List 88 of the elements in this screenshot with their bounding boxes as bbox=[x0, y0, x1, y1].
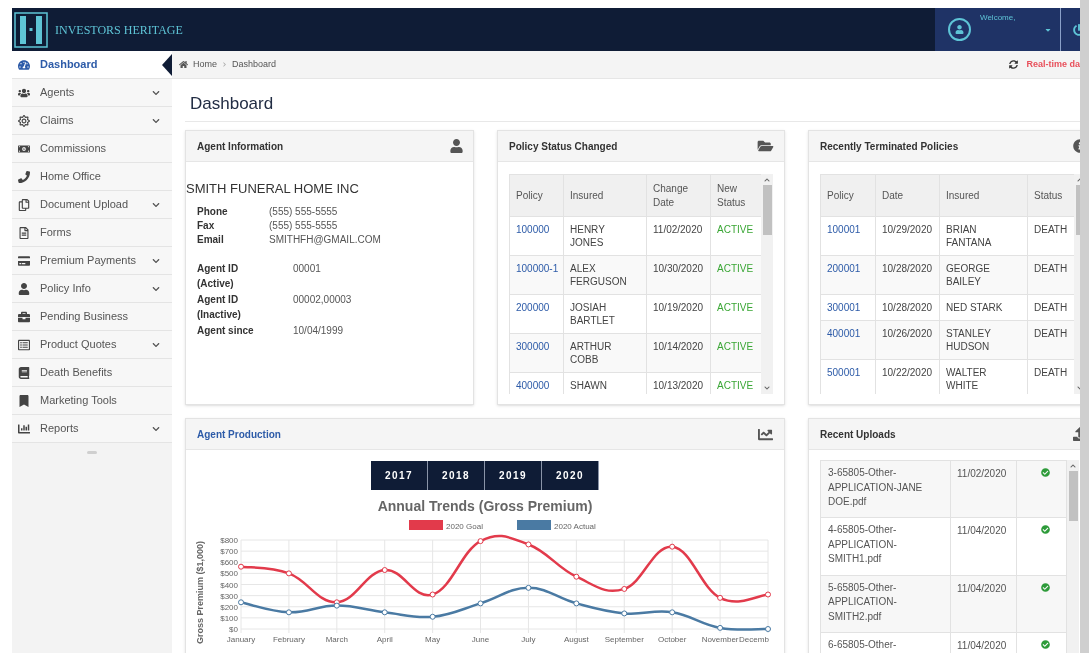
y-tick-label: $700 bbox=[219, 547, 238, 557]
table-cell: HENRY JONES bbox=[570, 224, 605, 248]
welcome-text: Welcome, bbox=[980, 12, 1016, 24]
page-title: Dashboard bbox=[190, 93, 275, 113]
status-label: DEATH bbox=[1034, 302, 1068, 313]
x-tick-label: April bbox=[376, 635, 393, 644]
y-tick-label: $400 bbox=[219, 580, 238, 590]
brand-name: INVESTORS HERITAGE bbox=[55, 21, 183, 39]
table-cell: 10/26/2020 bbox=[882, 328, 933, 339]
status-label: ACTIVE bbox=[717, 224, 754, 235]
upload-date: 11/04/2020 bbox=[957, 582, 1007, 594]
chart-title: Annual Trends (Gross Premium) bbox=[377, 497, 593, 516]
upload-date: 11/04/2020 bbox=[957, 640, 1007, 652]
table-cell: 10/28/2020 bbox=[882, 302, 933, 313]
table-cell: 10/30/2020 bbox=[653, 263, 704, 274]
card-title: Recently Terminated Policies bbox=[820, 139, 959, 154]
y-tick-label: $0 bbox=[228, 625, 238, 634]
y-tick-label: $300 bbox=[219, 591, 238, 601]
field-value: 10/04/1999 bbox=[293, 323, 344, 338]
field-label: Agent ID (Active) bbox=[197, 261, 240, 291]
status-label: DEATH bbox=[1034, 367, 1068, 378]
table-cell: STANLEY HUDSON bbox=[946, 328, 991, 352]
field-label: Fax bbox=[197, 218, 216, 233]
y-tick-label: $100 bbox=[219, 613, 238, 623]
x-tick-label: January bbox=[226, 635, 255, 644]
y-tick-label: $500 bbox=[219, 569, 238, 579]
field-value: SMITHFH@GMAIL.COM bbox=[269, 232, 381, 247]
status-label: ACTIVE bbox=[717, 263, 754, 274]
table-cell: 10/13/2020 bbox=[653, 380, 704, 391]
status-label: ACTIVE bbox=[717, 302, 754, 313]
card-title: Agent Production bbox=[197, 427, 281, 442]
x-tick-label: March bbox=[325, 635, 348, 644]
table-cell: 11/02/2020 bbox=[653, 224, 703, 235]
table-cell: NED STARK bbox=[946, 302, 1003, 313]
field-value: 00002,00003 bbox=[293, 292, 352, 307]
table-cell: GEORGE BAILEY bbox=[946, 263, 990, 287]
upload-date: 11/02/2020 bbox=[957, 468, 1007, 479]
table-cell: WALTER WHITE bbox=[946, 367, 987, 391]
file-name: 5-65805-Other-APPLICATION-SMITH2.pdf bbox=[828, 581, 897, 622]
file-name: 6-65805-Other- bbox=[828, 639, 897, 651]
card-title: Recent Uploads bbox=[820, 427, 896, 442]
field-label: Email bbox=[197, 232, 225, 247]
y-tick-label: $600 bbox=[219, 558, 238, 568]
table-cell: 10/14/2020 bbox=[653, 341, 704, 352]
x-tick-label: July bbox=[520, 635, 536, 644]
table-cell: 10/22/2020 bbox=[882, 367, 933, 378]
table-cell: JOSIAH BARTLET bbox=[570, 302, 615, 326]
y-tick-label: $200 bbox=[219, 602, 238, 612]
file-name: 4-65805-Other-APPLICATION-SMITH1.pdf bbox=[828, 524, 897, 565]
x-tick-label: September bbox=[604, 635, 644, 644]
y-axis-title: Gross Premium ($1,000) bbox=[194, 540, 205, 645]
x-tick-label: August bbox=[563, 635, 589, 644]
x-tick-label: May bbox=[424, 635, 440, 644]
file-name: 3-65805-Other-APPLICATION-JANE DOE.pdf bbox=[828, 467, 923, 507]
column-header: Insured bbox=[563, 174, 647, 217]
field-value: (555) 555-5555 bbox=[269, 218, 338, 233]
column-header: Policy bbox=[820, 174, 876, 217]
y-tick-label: $800 bbox=[219, 536, 238, 545]
x-tick-label: November bbox=[701, 635, 739, 644]
agency-name: SMITH FUNERAL HOME INC bbox=[186, 180, 360, 198]
field-label: Agent ID (Inactive) bbox=[197, 292, 242, 322]
upload-date: 11/04/2020 bbox=[957, 525, 1007, 537]
column-header: Date bbox=[875, 174, 940, 217]
field-label: Phone bbox=[197, 204, 229, 219]
status-label: DEATH bbox=[1034, 328, 1068, 339]
x-tick-label: February bbox=[272, 635, 305, 644]
card-title: Policy Status Changed bbox=[509, 139, 618, 154]
table-cell: ARTHUR COBB bbox=[570, 341, 612, 365]
table-cell: 10/19/2020 bbox=[653, 302, 704, 313]
status-label: DEATH bbox=[1034, 224, 1068, 235]
column-header: Policy bbox=[509, 174, 564, 217]
card-title: Agent Information bbox=[197, 139, 284, 154]
x-tick-label: October bbox=[657, 635, 686, 644]
table-cell: ALEX FERGUSON bbox=[570, 263, 627, 287]
field-value: (555) 555-5555 bbox=[269, 204, 338, 219]
field-label: Agent since bbox=[197, 323, 255, 338]
field-value: 00001 bbox=[293, 261, 321, 276]
status-label: DEATH bbox=[1034, 263, 1068, 274]
table-cell: 10/28/2020 bbox=[882, 263, 933, 274]
table-cell: 10/29/2020 bbox=[882, 224, 933, 235]
column-header: Insured bbox=[939, 174, 1028, 217]
column-header: Change Date bbox=[646, 174, 711, 217]
x-tick-label: June bbox=[471, 635, 489, 644]
x-tick-label: Decemb bbox=[738, 635, 769, 644]
table-cell: BRIAN FANTANA bbox=[946, 224, 992, 248]
table-cell: SHAWN bbox=[570, 380, 607, 391]
status-label: ACTIVE bbox=[717, 341, 754, 352]
status-label: ACTIVE bbox=[717, 380, 754, 391]
